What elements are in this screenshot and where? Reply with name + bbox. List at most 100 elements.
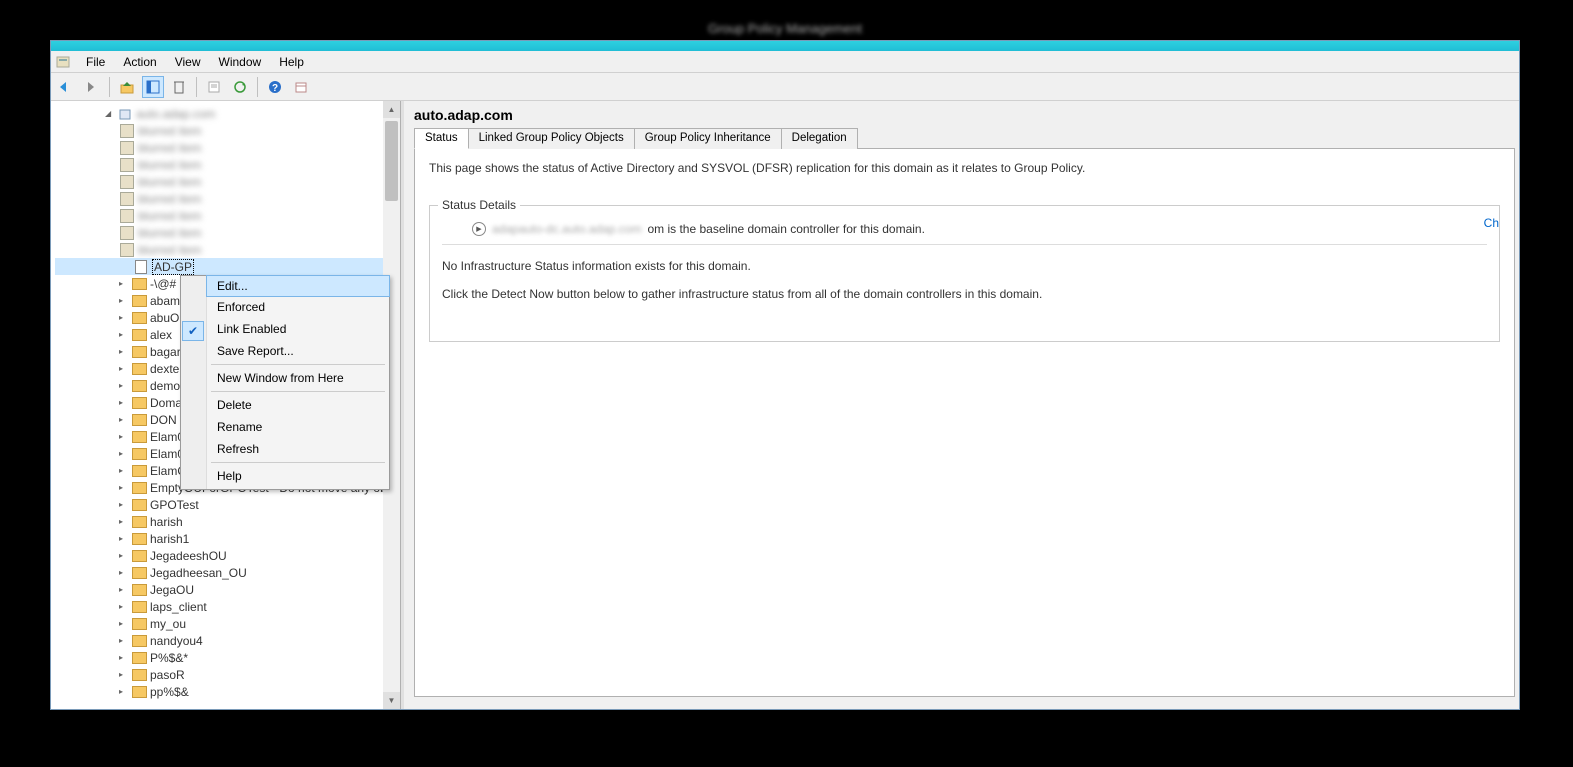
expander-icon[interactable]: ▸: [119, 432, 129, 441]
titlebar[interactable]: [51, 41, 1519, 51]
ou-folder-icon: [131, 616, 147, 632]
scroll-thumb[interactable]: [385, 121, 398, 201]
tab-inheritance[interactable]: Group Policy Inheritance: [634, 128, 782, 149]
expander-icon[interactable]: ▸: [119, 534, 129, 543]
tree-ou-item[interactable]: ▸harish1: [55, 530, 400, 547]
tree-ou-item[interactable]: ▸harish: [55, 513, 400, 530]
expander-icon[interactable]: ▸: [119, 466, 129, 475]
ctx-save-report[interactable]: Save Report...: [207, 340, 389, 362]
tree-label: demo: [150, 379, 180, 393]
scroll-down-button[interactable]: ▼: [383, 692, 400, 709]
tree-label: abam: [150, 294, 180, 308]
tree-ou-item[interactable]: ▸JegaOU: [55, 581, 400, 598]
menubar: File Action View Window Help: [51, 51, 1519, 73]
expander-icon[interactable]: ▸: [119, 602, 129, 611]
tree-label: dexter: [150, 362, 183, 376]
expander-icon[interactable]: ▸: [119, 636, 129, 645]
tree-label: blurred item: [138, 141, 201, 155]
context-menu: ✔ Edit... Enforced Link Enabled Save Rep…: [180, 275, 390, 490]
ou-folder-icon: [131, 463, 147, 479]
expander-icon[interactable]: ▸: [119, 330, 129, 339]
tree-domain-root[interactable]: ◢ auto.adap.com: [55, 105, 400, 122]
menu-action[interactable]: Action: [114, 53, 165, 71]
tree-ou-item[interactable]: ▸my_ou: [55, 615, 400, 632]
context-menu-items: Edit... Enforced Link Enabled Save Repor…: [207, 276, 389, 489]
up-folder-button[interactable]: [116, 76, 138, 98]
tree-ou-item[interactable]: ▸GPOTest: [55, 496, 400, 513]
expander-icon[interactable]: ▸: [119, 449, 129, 458]
tree-item[interactable]: blurred item: [55, 156, 400, 173]
tab-delegation[interactable]: Delegation: [781, 128, 858, 149]
expander-icon[interactable]: ▸: [119, 585, 129, 594]
tree-label: bagar: [150, 345, 181, 359]
ctx-edit[interactable]: Edit...: [206, 275, 390, 297]
scroll-up-button[interactable]: ▲: [383, 101, 400, 118]
tree-ou-item[interactable]: ▸nandyou4: [55, 632, 400, 649]
expander-icon[interactable]: ▸: [119, 517, 129, 526]
ou-folder-icon: [131, 548, 147, 564]
expander-icon[interactable]: ◢: [105, 109, 115, 118]
expander-icon[interactable]: ▸: [119, 347, 129, 356]
status-details-group: Status Details ▶ adapauto-dc.auto.adap.c…: [429, 205, 1500, 342]
tree-item[interactable]: blurred item: [55, 207, 400, 224]
ctx-new-window[interactable]: New Window from Here: [207, 367, 389, 389]
expander-icon[interactable]: ▸: [119, 279, 129, 288]
tree-item[interactable]: blurred item: [55, 173, 400, 190]
tree-gpo-selected[interactable]: AD-GP: [55, 258, 400, 275]
ctx-rename[interactable]: Rename: [207, 416, 389, 438]
refresh-button[interactable]: [229, 76, 251, 98]
tree-item[interactable]: blurred item: [55, 241, 400, 258]
expander-icon[interactable]: ▸: [119, 619, 129, 628]
tree-ou-item[interactable]: ▸Jegadheesan_OU: [55, 564, 400, 581]
expander-icon[interactable]: ▸: [119, 653, 129, 662]
properties-button[interactable]: [203, 76, 225, 98]
change-dc-link[interactable]: Ch: [1484, 216, 1499, 230]
menu-file[interactable]: File: [77, 53, 114, 71]
nav-forward-button[interactable]: [81, 76, 103, 98]
show-hide-tree-button[interactable]: [142, 76, 164, 98]
expander-icon[interactable]: ▸: [119, 296, 129, 305]
tree-label: blurred item: [138, 124, 201, 138]
expander-icon[interactable]: ▸: [119, 313, 129, 322]
tree-item[interactable]: blurred item: [55, 139, 400, 156]
expander-icon[interactable]: ▸: [119, 483, 129, 492]
tree-item[interactable]: blurred item: [55, 224, 400, 241]
expander-icon[interactable]: ▸: [119, 381, 129, 390]
tree-label: blurred item: [138, 243, 201, 257]
check-slot: [181, 342, 207, 364]
ctx-help[interactable]: Help: [207, 465, 389, 487]
expander-icon[interactable]: ▸: [119, 500, 129, 509]
tab-linked-gpo[interactable]: Linked Group Policy Objects: [468, 128, 635, 149]
tree-ou-item[interactable]: ▸P%$&*: [55, 649, 400, 666]
menu-view[interactable]: View: [166, 53, 210, 71]
ctx-link-enabled[interactable]: Link Enabled: [207, 318, 389, 340]
expander-icon[interactable]: ▸: [119, 670, 129, 679]
tree-ou-item[interactable]: ▸pasoR: [55, 666, 400, 683]
expand-details-button[interactable]: ▶: [472, 222, 486, 236]
expander-icon[interactable]: ▸: [119, 364, 129, 373]
tree-ou-item[interactable]: ▸pp%$&: [55, 683, 400, 700]
ctx-refresh[interactable]: Refresh: [207, 438, 389, 460]
help-button[interactable]: ?: [264, 76, 286, 98]
tree-item[interactable]: blurred item: [55, 122, 400, 139]
expander-icon[interactable]: ▸: [119, 398, 129, 407]
tab-status[interactable]: Status: [414, 128, 469, 149]
tree-item[interactable]: blurred item: [55, 190, 400, 207]
tree-ou-item[interactable]: ▸laps_client: [55, 598, 400, 615]
menu-help[interactable]: Help: [270, 53, 313, 71]
expander-icon[interactable]: ▸: [119, 687, 129, 696]
domain-icon: [117, 106, 133, 122]
check-icon: ✔: [182, 321, 204, 341]
nav-back-button[interactable]: [55, 76, 77, 98]
menu-window[interactable]: Window: [210, 53, 271, 71]
tree-ou-item[interactable]: ▸JegadeeshOU: [55, 547, 400, 564]
ctx-delete[interactable]: Delete: [207, 394, 389, 416]
wizard-button[interactable]: [290, 76, 312, 98]
ou-folder-icon: [131, 514, 147, 530]
status-details-label: Status Details: [438, 198, 520, 212]
expander-icon[interactable]: ▸: [119, 415, 129, 424]
delete-button[interactable]: [168, 76, 190, 98]
expander-icon[interactable]: ▸: [119, 568, 129, 577]
expander-icon[interactable]: ▸: [119, 551, 129, 560]
ctx-enforced[interactable]: Enforced: [207, 296, 389, 318]
